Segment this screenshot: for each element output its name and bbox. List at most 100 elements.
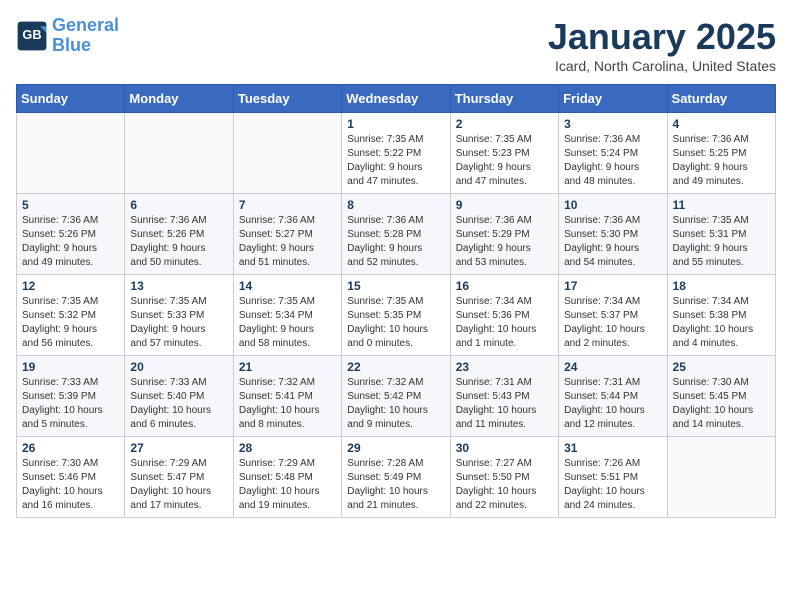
calendar-cell: 21 Sunrise: 7:32 AM Sunset: 5:41 PM Dayli… [233, 356, 341, 437]
logo-icon: GB [16, 20, 48, 52]
calendar-cell: 22Sunrise: 7:32 AM Sunset: 5:42 PM Dayli… [342, 356, 450, 437]
day-info: Sunrise: 7:36 AM Sunset: 5:25 PM Dayligh… [673, 133, 770, 189]
calendar-cell [17, 113, 125, 194]
weekday-header-monday: Monday [125, 85, 233, 113]
weekday-header-row: SundayMondayTuesdayWednesdayThursdayFrid… [17, 85, 776, 113]
day-number: 22 [347, 360, 444, 374]
day-info: Sunrise: 7:27 AM Sunset: 5:50 PM Dayligh… [456, 457, 553, 513]
calendar-cell: 11 Sunrise: 7:35 AM Sunset: 5:31 PM Dayli… [667, 194, 775, 275]
day-number: 6 [130, 198, 227, 212]
day-number: 9 [456, 198, 553, 212]
day-info: Sunrise: 7:36 AM Sunset: 5:24 PM Dayligh… [564, 133, 661, 189]
day-number: 10 [564, 198, 661, 212]
day-number: 14 [239, 279, 336, 293]
calendar-cell: 16 Sunrise: 7:34 AM Sunset: 5:36 PM Dayli… [450, 275, 558, 356]
day-info: Sunrise: 7:36 AM Sunset: 5:27 PM Dayligh… [239, 214, 336, 270]
day-number: 4 [673, 117, 770, 131]
day-number: 2 [456, 117, 553, 131]
logo-line1: General [52, 15, 119, 35]
calendar-cell: 2 Sunrise: 7:35 AM Sunset: 5:23 PM Daylig… [450, 113, 558, 194]
day-number: 17 [564, 279, 661, 293]
logo-text: General Blue [52, 16, 119, 56]
day-number: 20 [130, 360, 227, 374]
day-info: Sunrise: 7:35 AM Sunset: 5:34 PM Dayligh… [239, 295, 336, 351]
day-info: Sunrise: 7:35 AM Sunset: 5:32 PM Dayligh… [22, 295, 119, 351]
day-info: Sunrise: 7:34 AM Sunset: 5:37 PM Dayligh… [564, 295, 661, 351]
day-number: 12 [22, 279, 119, 293]
calendar-cell: 24 Sunrise: 7:31 AM Sunset: 5:44 PM Dayli… [559, 356, 667, 437]
calendar-cell: 6 Sunrise: 7:36 AM Sunset: 5:26 PM Daylig… [125, 194, 233, 275]
page-header: GB General Blue January 2025 Icard, Nort… [16, 16, 776, 74]
day-number: 11 [673, 198, 770, 212]
calendar-cell: 30 Sunrise: 7:27 AM Sunset: 5:50 PM Dayli… [450, 437, 558, 518]
logo-line2: Blue [52, 35, 91, 55]
day-info: Sunrise: 7:34 AM Sunset: 5:36 PM Dayligh… [456, 295, 553, 351]
calendar-table: SundayMondayTuesdayWednesdayThursdayFrid… [16, 84, 776, 518]
day-info: Sunrise: 7:36 AM Sunset: 5:26 PM Dayligh… [22, 214, 119, 270]
calendar-week-row: 5Sunrise: 7:36 AM Sunset: 5:26 PM Daylig… [17, 194, 776, 275]
day-info: Sunrise: 7:29 AM Sunset: 5:47 PM Dayligh… [130, 457, 227, 513]
day-info: Sunrise: 7:36 AM Sunset: 5:28 PM Dayligh… [347, 214, 444, 270]
calendar-week-row: 19 Sunrise: 7:33 AM Sunset: 5:39 PM Dayli… [17, 356, 776, 437]
day-info: Sunrise: 7:36 AM Sunset: 5:30 PM Dayligh… [564, 214, 661, 270]
calendar-cell: 5Sunrise: 7:36 AM Sunset: 5:26 PM Daylig… [17, 194, 125, 275]
day-number: 23 [456, 360, 553, 374]
weekday-header-thursday: Thursday [450, 85, 558, 113]
day-number: 13 [130, 279, 227, 293]
day-number: 24 [564, 360, 661, 374]
title-block: January 2025 Icard, North Carolina, Unit… [548, 16, 776, 74]
day-info: Sunrise: 7:32 AM Sunset: 5:41 PM Dayligh… [239, 376, 336, 432]
calendar-cell: 23 Sunrise: 7:31 AM Sunset: 5:43 PM Dayli… [450, 356, 558, 437]
calendar-cell: 25 Sunrise: 7:30 AM Sunset: 5:45 PM Dayli… [667, 356, 775, 437]
day-info: Sunrise: 7:30 AM Sunset: 5:45 PM Dayligh… [673, 376, 770, 432]
day-info: Sunrise: 7:34 AM Sunset: 5:38 PM Dayligh… [673, 295, 770, 351]
day-number: 18 [673, 279, 770, 293]
day-info: Sunrise: 7:35 AM Sunset: 5:31 PM Dayligh… [673, 214, 770, 270]
calendar-cell: 31Sunrise: 7:26 AM Sunset: 5:51 PM Dayli… [559, 437, 667, 518]
calendar-cell: 15Sunrise: 7:35 AM Sunset: 5:35 PM Dayli… [342, 275, 450, 356]
day-number: 26 [22, 441, 119, 455]
calendar-cell [233, 113, 341, 194]
day-info: Sunrise: 7:33 AM Sunset: 5:39 PM Dayligh… [22, 376, 119, 432]
day-info: Sunrise: 7:36 AM Sunset: 5:26 PM Dayligh… [130, 214, 227, 270]
day-number: 16 [456, 279, 553, 293]
calendar-cell: 14 Sunrise: 7:35 AM Sunset: 5:34 PM Dayli… [233, 275, 341, 356]
day-number: 8 [347, 198, 444, 212]
calendar-cell: 18 Sunrise: 7:34 AM Sunset: 5:38 PM Dayli… [667, 275, 775, 356]
day-number: 27 [130, 441, 227, 455]
day-number: 21 [239, 360, 336, 374]
day-info: Sunrise: 7:31 AM Sunset: 5:43 PM Dayligh… [456, 376, 553, 432]
calendar-cell: 29 Sunrise: 7:28 AM Sunset: 5:49 PM Dayli… [342, 437, 450, 518]
location: Icard, North Carolina, United States [548, 58, 776, 74]
calendar-week-row: 26 Sunrise: 7:30 AM Sunset: 5:46 PM Dayli… [17, 437, 776, 518]
day-info: Sunrise: 7:29 AM Sunset: 5:48 PM Dayligh… [239, 457, 336, 513]
weekday-header-sunday: Sunday [17, 85, 125, 113]
calendar-cell: 17 Sunrise: 7:34 AM Sunset: 5:37 PM Dayli… [559, 275, 667, 356]
day-number: 1 [347, 117, 444, 131]
calendar-cell [125, 113, 233, 194]
weekday-header-tuesday: Tuesday [233, 85, 341, 113]
calendar-cell: 10 Sunrise: 7:36 AM Sunset: 5:30 PM Dayli… [559, 194, 667, 275]
calendar-cell: 27 Sunrise: 7:29 AM Sunset: 5:47 PM Dayli… [125, 437, 233, 518]
weekday-header-saturday: Saturday [667, 85, 775, 113]
day-number: 19 [22, 360, 119, 374]
day-number: 3 [564, 117, 661, 131]
day-info: Sunrise: 7:35 AM Sunset: 5:22 PM Dayligh… [347, 133, 444, 189]
day-info: Sunrise: 7:35 AM Sunset: 5:35 PM Dayligh… [347, 295, 444, 351]
day-number: 25 [673, 360, 770, 374]
month-title: January 2025 [548, 16, 776, 58]
calendar-cell: 20Sunrise: 7:33 AM Sunset: 5:40 PM Dayli… [125, 356, 233, 437]
day-number: 28 [239, 441, 336, 455]
weekday-header-wednesday: Wednesday [342, 85, 450, 113]
day-info: Sunrise: 7:30 AM Sunset: 5:46 PM Dayligh… [22, 457, 119, 513]
day-info: Sunrise: 7:31 AM Sunset: 5:44 PM Dayligh… [564, 376, 661, 432]
day-number: 29 [347, 441, 444, 455]
day-info: Sunrise: 7:28 AM Sunset: 5:49 PM Dayligh… [347, 457, 444, 513]
calendar-cell: 9Sunrise: 7:36 AM Sunset: 5:29 PM Daylig… [450, 194, 558, 275]
calendar-cell: 19 Sunrise: 7:33 AM Sunset: 5:39 PM Dayli… [17, 356, 125, 437]
svg-text:GB: GB [22, 27, 41, 42]
calendar-cell: 12 Sunrise: 7:35 AM Sunset: 5:32 PM Dayli… [17, 275, 125, 356]
day-info: Sunrise: 7:35 AM Sunset: 5:23 PM Dayligh… [456, 133, 553, 189]
logo: GB General Blue [16, 16, 119, 56]
day-number: 30 [456, 441, 553, 455]
